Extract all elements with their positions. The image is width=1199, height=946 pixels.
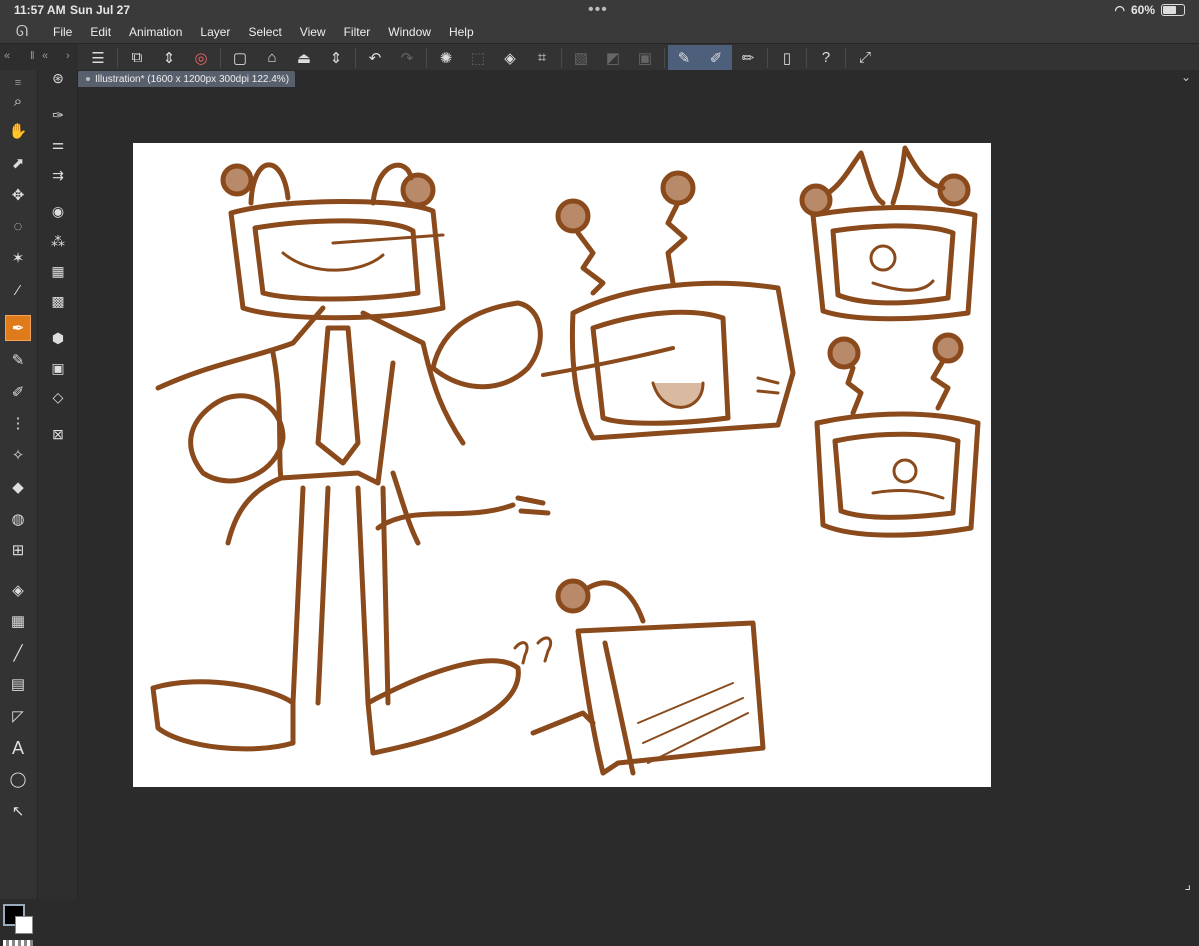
tv-head-pointing (541, 170, 796, 441)
blend-icon[interactable]: ◍ (5, 506, 31, 532)
command-bar: « ‖ « › ☰ ⧉ ⇕ ◎ ▢ ⌂ ⏏ ⇕ ↶ ↷ ✺ ⬚ ◈ ⌗ ▧ ◩ … (0, 43, 1199, 72)
app-logo-icon[interactable]: ᘏ (0, 23, 44, 40)
film-icon[interactable]: ▩ (45, 289, 71, 313)
sub-tool-icon[interactable]: ⇉ (45, 163, 71, 187)
material-icon[interactable]: ⬢ (45, 326, 71, 350)
operation-icon[interactable]: ⬈ (5, 150, 31, 176)
brush-size-icon[interactable]: ✑ (45, 103, 71, 127)
redo-icon[interactable]: ↷ (391, 45, 423, 70)
tab-illustration[interactable]: Illustration* (1600 x 1200px 300dpi 122.… (78, 71, 296, 87)
resize-corner-icon[interactable]: ⌟ (1184, 876, 1191, 893)
loading-icon[interactable]: ✺ (430, 45, 462, 70)
transparent-color-swatch[interactable] (3, 940, 33, 946)
sub-palette-bar: ⊛ ✑ ⚌ ⇉ ◉ ⁂ ▦ ▩ ⬢ ▣ ◇ ⊠ (38, 70, 78, 899)
mesh-icon[interactable]: ⊞ (5, 537, 31, 563)
search-layer-icon[interactable]: ⊠ (45, 422, 71, 446)
new-canvas-icon[interactable]: ⧉ (121, 45, 153, 70)
marker-icon[interactable]: ✐ (5, 379, 31, 405)
expand-window-icon[interactable]: ⤢ (849, 45, 881, 70)
help-icon[interactable]: ? (810, 45, 842, 70)
fill-tool-icon[interactable]: ◈ (5, 577, 31, 603)
crop-icon[interactable]: ⌗ (526, 45, 558, 70)
zoom-icon[interactable]: ⌕ (5, 88, 31, 114)
eyedropper-icon[interactable]: ⁄ (5, 277, 31, 303)
tab-dot-icon (86, 77, 90, 81)
gradient-icon[interactable]: ▦ (5, 608, 31, 634)
pen-tool-icon[interactable]: ✒ (5, 315, 31, 341)
battery-icon (1161, 4, 1185, 16)
status-bar: 11:57 AM Sun Jul 27 ••• ◠ 60% (0, 0, 1199, 20)
ruler-tool-icon[interactable]: ◸ (5, 703, 31, 729)
text-icon[interactable]: A (5, 735, 31, 761)
magic-wand-icon[interactable]: ✶ (5, 245, 31, 271)
status-date: Sun Jul 27 (70, 3, 131, 17)
menu-help[interactable]: Help (440, 25, 483, 39)
menu-select[interactable]: Select (239, 25, 290, 39)
status-time: 11:57 AM (14, 3, 66, 17)
balloon-icon[interactable]: ◯ (5, 766, 31, 792)
collapse-left-icon[interactable]: « (4, 50, 10, 62)
frame-icon[interactable]: ▤ (5, 671, 31, 697)
line-icon[interactable]: ╱ (5, 640, 31, 666)
ruler-icon[interactable]: ✏ (732, 45, 764, 70)
undo-icon[interactable]: ↶ (359, 45, 391, 70)
tab-bar: Illustration* (1600 x 1200px 300dpi 122.… (78, 70, 1199, 87)
border-icon[interactable]: ▣ (629, 45, 661, 70)
expand-right-icon[interactable]: › (66, 50, 70, 62)
fill-icon[interactable]: ◈ (494, 45, 526, 70)
tool-property-icon[interactable]: ⚌ (45, 132, 71, 156)
spiral-icon[interactable]: ◎ (185, 45, 217, 70)
new-file-icon[interactable]: ▢ (224, 45, 256, 70)
navigator-icon[interactable]: ⊛ (45, 66, 71, 90)
color-wheel-icon[interactable]: ◉ (45, 199, 71, 223)
battery-percent: 60% (1130, 3, 1155, 17)
move-icon[interactable]: ✥ (5, 182, 31, 208)
pen-active-icon[interactable]: ✎ (668, 45, 700, 70)
hand-icon[interactable]: ✋ (5, 118, 31, 144)
updown-icon[interactable]: ⇕ (320, 45, 352, 70)
invert-icon[interactable]: ◩ (597, 45, 629, 70)
tv-character-full-body (150, 162, 551, 756)
drawing-canvas[interactable] (133, 143, 991, 787)
menu-icon[interactable]: ☰ (82, 45, 114, 70)
save-icon[interactable]: ⏏ (288, 45, 320, 70)
collapse-sub-icon[interactable]: « (42, 50, 48, 62)
eraser-icon[interactable]: ◆ (5, 474, 31, 500)
sketch-artwork (150, 145, 981, 776)
menu-layer[interactable]: Layer (191, 25, 239, 39)
menu-view[interactable]: View (291, 25, 335, 39)
lasso-icon[interactable]: ◌ (5, 213, 31, 239)
brush-active-icon[interactable]: ✐ (700, 45, 732, 70)
wifi-icon: ◠ (1114, 3, 1125, 17)
phone-icon[interactable]: ▯ (771, 45, 803, 70)
menu-window[interactable]: Window (379, 25, 440, 39)
sub-color-swatch[interactable] (15, 916, 33, 934)
menu-file[interactable]: File (44, 25, 81, 39)
tv-head-angry (799, 145, 978, 322)
expand-icon[interactable]: ⇕ (153, 45, 185, 70)
divider-handle-icon[interactable]: ‖ (30, 50, 35, 62)
color-set-icon[interactable]: ⁂ (45, 229, 71, 253)
multitask-dots-icon[interactable]: ••• (588, 1, 608, 19)
correct-line-icon[interactable]: ↖ (5, 798, 31, 824)
pencil-icon[interactable]: ✎ (5, 347, 31, 373)
menu-animation[interactable]: Animation (120, 25, 191, 39)
decoration-icon[interactable]: ✧ (5, 442, 31, 468)
airbrush-icon[interactable]: ⋮ (5, 410, 31, 436)
tab-label: Illustration* (1600 x 1200px 300dpi 122.… (95, 73, 290, 85)
tool-palette: ≡ ⌕ ✋ ⬈ ✥ ◌ ✶ ⁄ ✒ ✎ ✐ ⋮ ✧ ◆ ◍ ⊞ ◈ ▦ ╱ ▤ … (0, 70, 38, 946)
tv-head-grimace (814, 332, 981, 538)
select-all-icon[interactable]: ⬚ (462, 45, 494, 70)
menu-filter[interactable]: Filter (335, 25, 380, 39)
layers-icon[interactable]: ◇ (45, 385, 71, 409)
layer-property-icon[interactable]: ▣ (45, 356, 71, 380)
open-file-icon[interactable]: ⌂ (256, 45, 288, 70)
menu-edit[interactable]: Edit (81, 25, 120, 39)
tv-head-confused (513, 578, 766, 776)
menu-bar: ᘏ File Edit Animation Layer Select View … (0, 20, 1199, 43)
chevron-down-icon[interactable]: ⌄ (1181, 70, 1191, 84)
intermediate-color-icon[interactable]: ▦ (45, 259, 71, 283)
clear-icon[interactable]: ▧ (565, 45, 597, 70)
